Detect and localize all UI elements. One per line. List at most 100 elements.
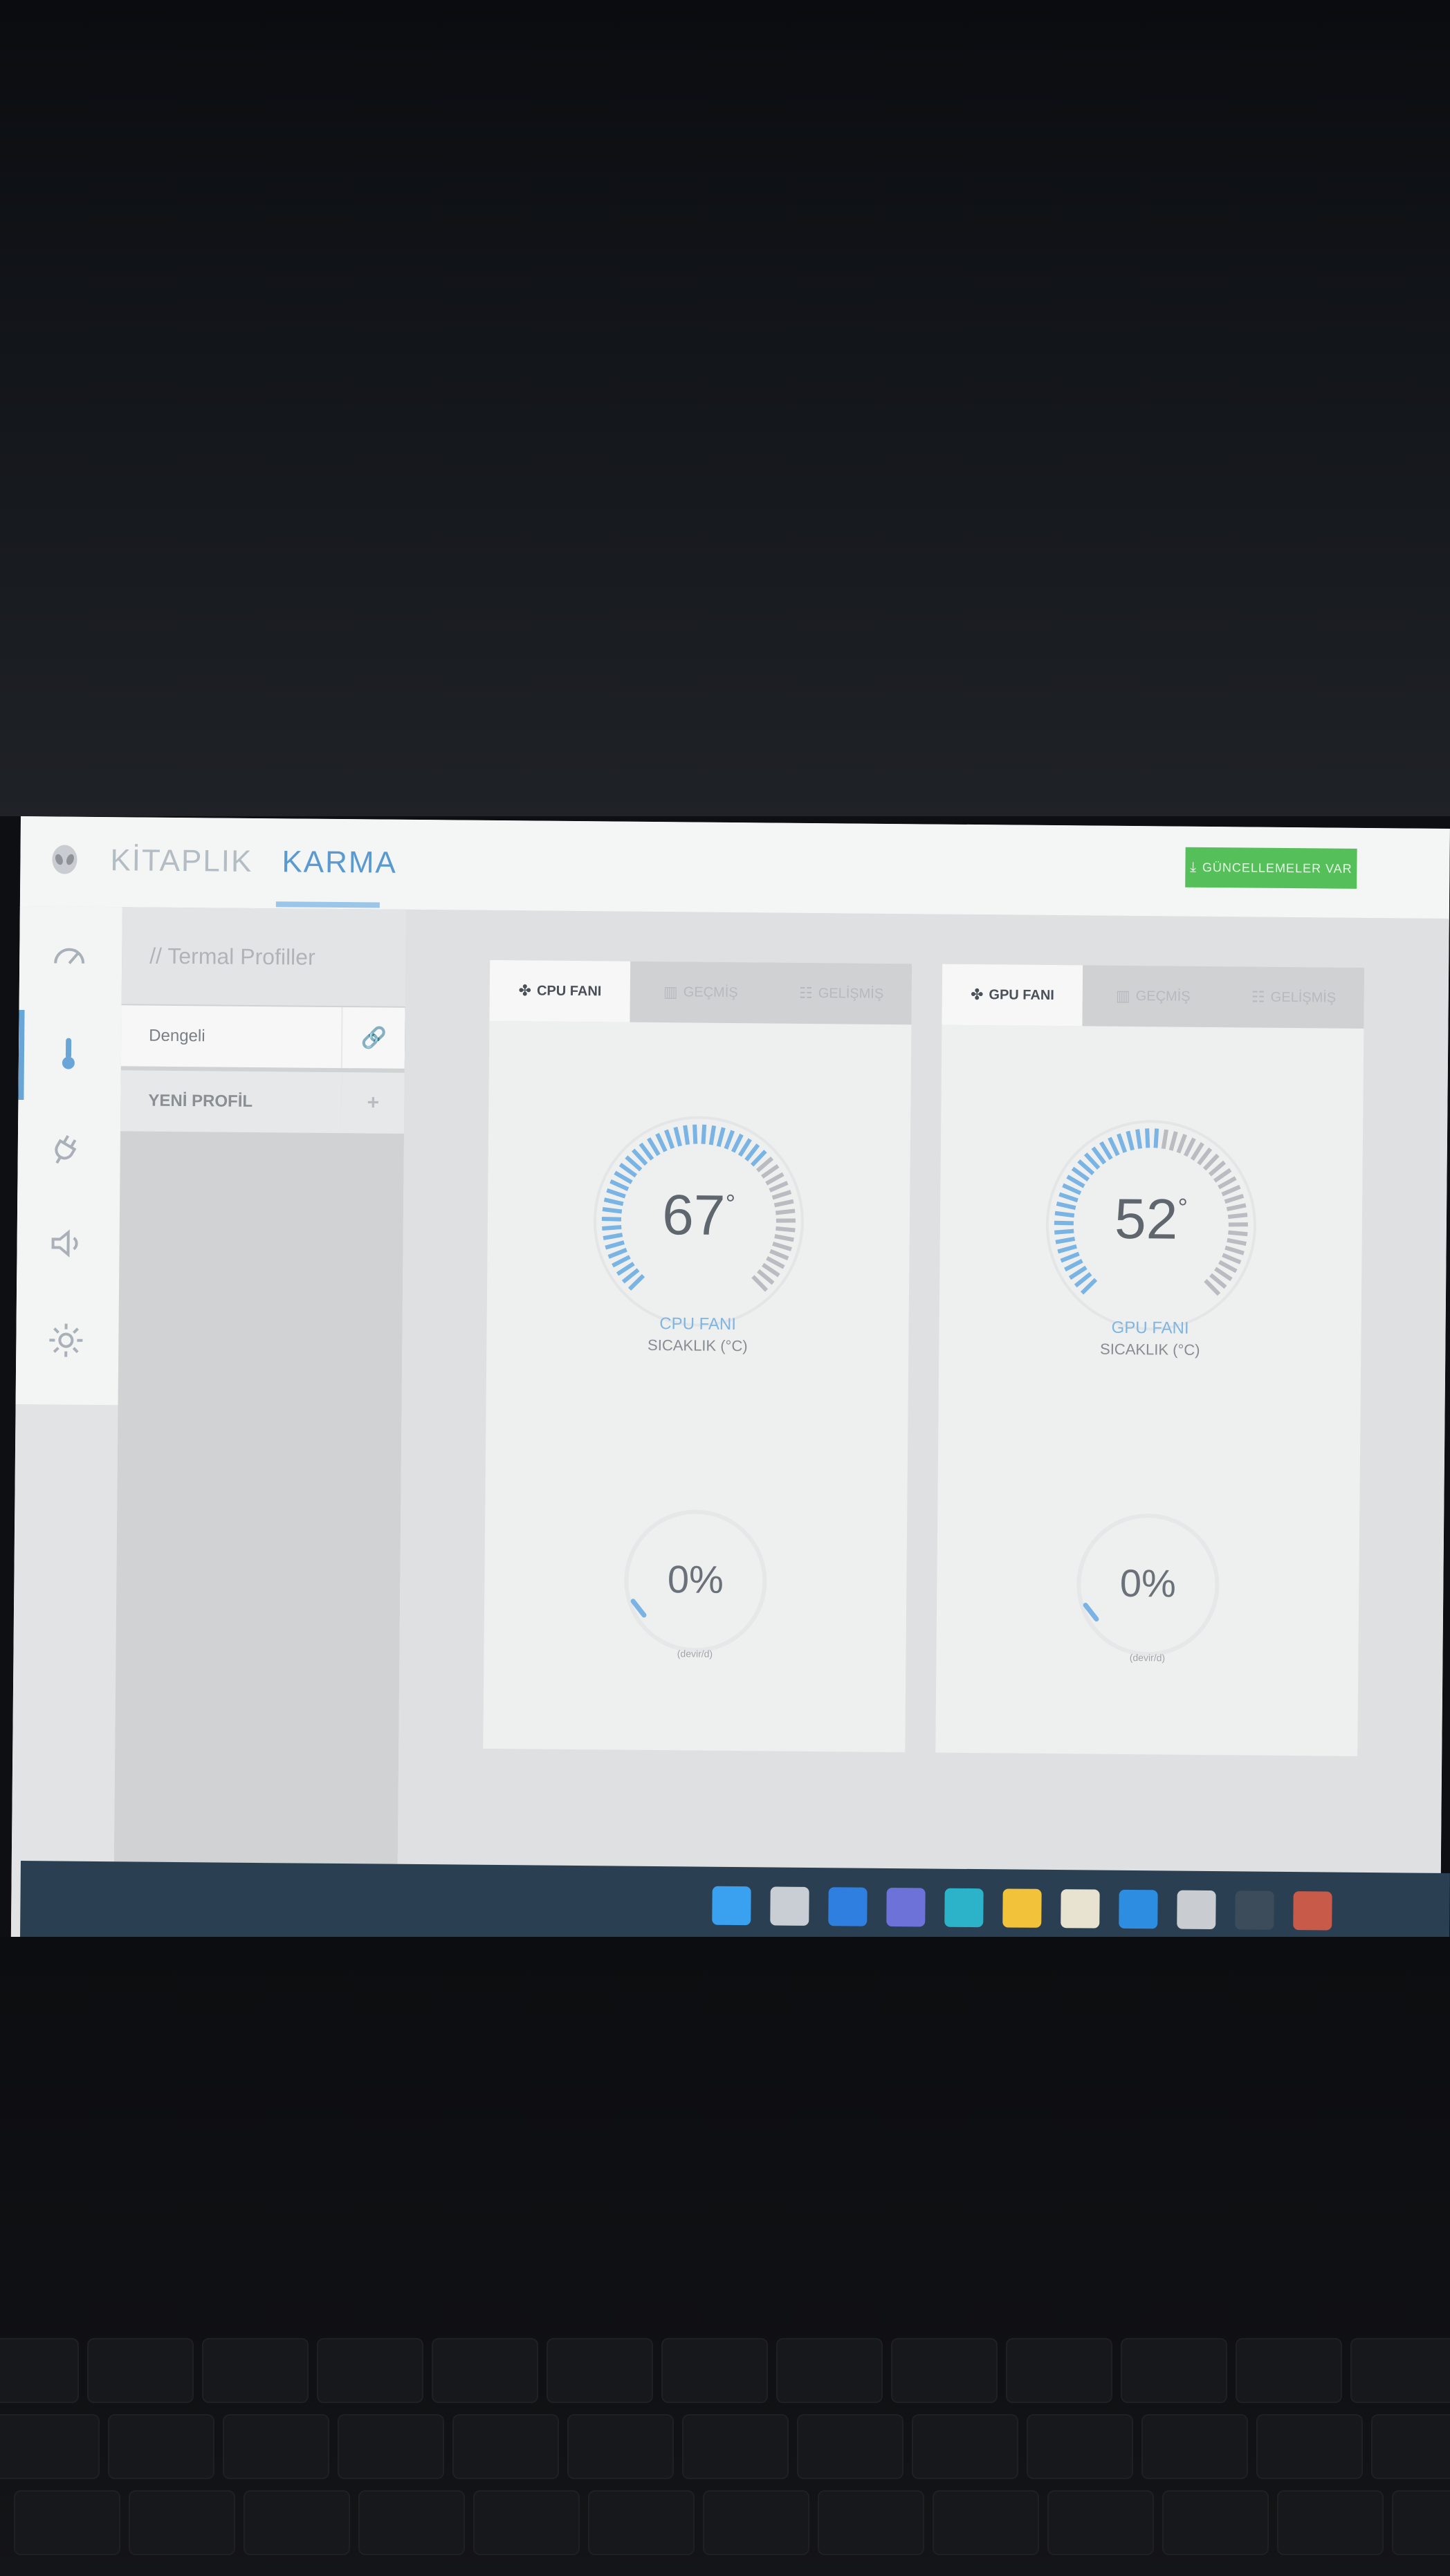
keyboard-key	[358, 2490, 465, 2555]
fan-rpm-label: (devir/d)	[1129, 1652, 1166, 1664]
keyboard-key	[1047, 2490, 1154, 2555]
keyboard-key	[567, 2414, 674, 2479]
alienware-icon[interactable]	[1235, 1890, 1274, 1930]
gauge-label: GPU FANI	[1111, 1318, 1189, 1338]
temperature-value: 67°	[591, 1182, 807, 1249]
gauge-tick	[616, 1262, 635, 1276]
fan-speed-percent: 0%	[667, 1557, 724, 1601]
gauge-tick	[1218, 1260, 1238, 1273]
gauge-tick	[1168, 1131, 1178, 1151]
gauge-tick	[1068, 1265, 1088, 1280]
performance-gauge-icon[interactable]	[47, 934, 92, 979]
tab-label: CPU FANI	[536, 983, 602, 999]
gauge-tick	[1176, 1134, 1187, 1154]
start-icon[interactable]	[712, 1886, 751, 1926]
keyboard-key	[108, 2414, 214, 2479]
main-content: ✤ CPU FANI ▥ GEÇMİŞ ☷ GELİŞMİŞ 67° CPU F…	[396, 909, 1449, 1949]
plus-icon[interactable]: +	[340, 1072, 405, 1134]
keyboard-key	[1236, 2338, 1342, 2403]
gauge-tick	[647, 1137, 661, 1157]
gauge-tick	[612, 1255, 631, 1268]
dell-icon[interactable]	[1177, 1890, 1216, 1930]
gauge-tick	[607, 1247, 627, 1259]
tab-history[interactable]: ▥ GEÇMİŞ	[630, 962, 771, 1024]
tab-gpu-fan[interactable]: ✤ GPU FANI	[942, 964, 1083, 1027]
keyboard-key	[1350, 2338, 1450, 2403]
temperature-value: 52°	[1044, 1186, 1259, 1253]
keyboard-key	[87, 2338, 194, 2403]
gauge-tick	[731, 1133, 744, 1153]
keyboard-key	[1121, 2338, 1227, 2403]
file-explorer-icon[interactable]	[1002, 1888, 1042, 1928]
tab-library[interactable]: KİTAPLIK	[110, 843, 253, 879]
degree-symbol: °	[725, 1188, 736, 1218]
gauge-tick	[1066, 1175, 1085, 1188]
new-profile-label: YENİ PROFİL	[148, 1091, 253, 1111]
keyboard-key	[776, 2338, 883, 2403]
keyboard-key	[1392, 2490, 1450, 2555]
gauge-tick	[655, 1132, 668, 1152]
gauge-tick	[1213, 1168, 1232, 1183]
speaker-icon[interactable]	[44, 1221, 89, 1266]
brightness-icon[interactable]	[44, 1318, 89, 1363]
tab-advanced[interactable]: ☷ GELİŞMİŞ	[771, 962, 912, 1024]
gauge-tick	[1190, 1142, 1204, 1161]
gauge-tick	[762, 1262, 780, 1278]
gauge-tick	[1117, 1133, 1128, 1153]
keyboard-key	[1006, 2338, 1112, 2403]
updates-available-button[interactable]: ⤓ GÜNCELLEMELER VAR	[1185, 847, 1357, 889]
edge-browser-icon[interactable]	[944, 1888, 984, 1928]
search-icon[interactable]	[770, 1886, 809, 1926]
gauge-tick	[1064, 1258, 1083, 1272]
gauge-label: CPU FANI	[659, 1314, 737, 1334]
gauge-tick	[724, 1130, 735, 1150]
keyboard-key	[244, 2490, 350, 2555]
profile-item-dengeli[interactable]: Dengeli 🔗	[120, 1005, 411, 1069]
app-header: KİTAPLIK KARMA ⤓ GÜNCELLEMELER VAR	[19, 816, 1450, 921]
card-tabs: ✤ CPU FANI ▥ GEÇMİŞ ☷ GELİŞMİŞ	[489, 959, 912, 1025]
chat-icon[interactable]	[886, 1887, 926, 1927]
keyboard-key	[202, 2338, 309, 2403]
keyboard-key	[547, 2338, 653, 2403]
gauge-tick	[765, 1172, 784, 1186]
keyboard-key	[818, 2490, 924, 2555]
thermometer-icon[interactable]	[46, 1031, 91, 1076]
gauge-tick	[1214, 1267, 1233, 1282]
widgets-icon[interactable]	[828, 1887, 868, 1926]
tab-label: GELİŞMİŞ	[818, 985, 884, 1002]
mail-icon[interactable]	[1119, 1889, 1158, 1929]
keyboard-key	[912, 2414, 1018, 2479]
keyboard-key	[682, 2414, 789, 2479]
store-icon[interactable]	[1061, 1889, 1100, 1929]
keyboard-key	[1162, 2490, 1269, 2555]
rail-active-indicator	[18, 1009, 25, 1101]
link-icon[interactable]: 🔗	[340, 1007, 405, 1069]
gauge-tick	[708, 1125, 717, 1146]
keyboard-key	[891, 2338, 998, 2403]
gauge-tick	[766, 1255, 785, 1269]
tab-advanced[interactable]: ☷ GELİŞMİŞ	[1223, 966, 1364, 1029]
thermal-profiles-panel: // Termal Profiller Dengeli 🔗 YENİ PROFİ…	[113, 907, 411, 1940]
keyboard-key	[0, 2338, 79, 2403]
tab-label: GPU FANI	[989, 986, 1055, 1003]
power-plug-icon[interactable]	[46, 1128, 91, 1172]
keyboard-key	[129, 2490, 235, 2555]
gauge-sub-label: SICAKLIK (°C)	[648, 1336, 748, 1355]
gauge-tick	[692, 1124, 698, 1144]
keyboard-key	[797, 2414, 903, 2479]
gauge-tick	[737, 1138, 752, 1157]
app-icon[interactable]	[1293, 1891, 1332, 1931]
temperature-number: 67	[661, 1184, 726, 1247]
gauge-tick	[1108, 1137, 1120, 1157]
card-tabs: ✤ GPU FANI ▥ GEÇMİŞ ☷ GELİŞMİŞ	[942, 964, 1365, 1029]
tab-cpu-fan[interactable]: ✤ CPU FANI	[489, 959, 631, 1022]
keyboard-key	[317, 2338, 423, 2403]
tab-history[interactable]: ▥ GEÇMİŞ	[1083, 965, 1224, 1027]
gauge-tick	[1222, 1253, 1242, 1264]
new-profile-item[interactable]: YENİ PROFİL +	[120, 1070, 405, 1134]
gauge-tick	[673, 1126, 683, 1147]
gauge-tick	[1060, 1251, 1080, 1263]
alienware-command-center-window: KİTAPLIK KARMA ⤓ GÜNCELLEMELER VAR // Te…	[10, 816, 1450, 1949]
gauge-tick	[1153, 1128, 1159, 1148]
tab-karma[interactable]: KARMA	[282, 845, 397, 880]
